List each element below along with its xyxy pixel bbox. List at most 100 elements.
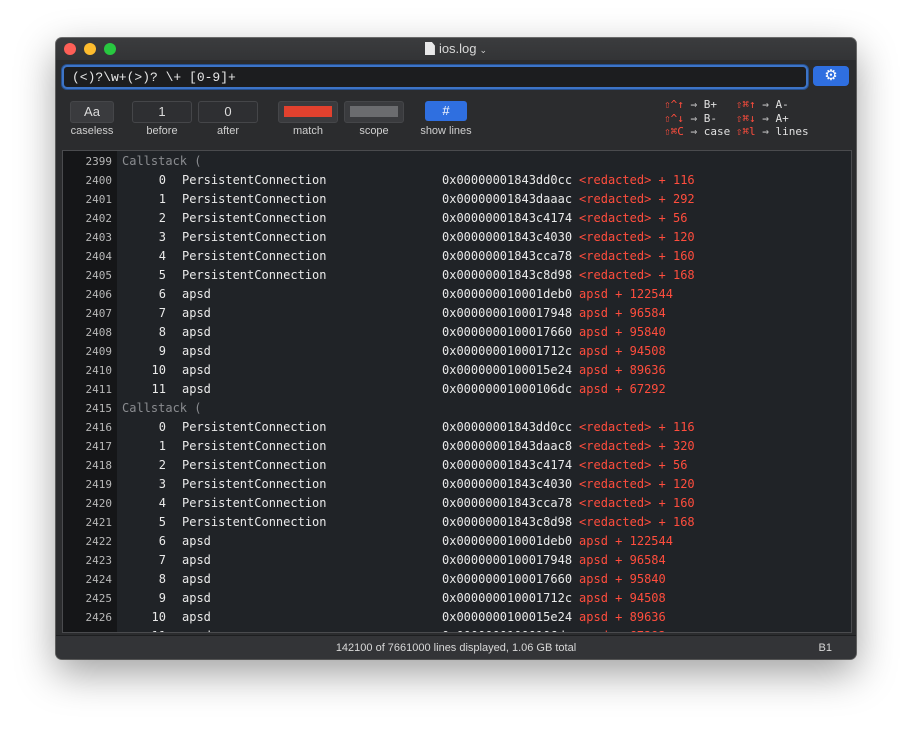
line-number: 2427: [63, 627, 113, 632]
log-text: 8 apsd 0x0000000100017660 apsd + 95840: [122, 323, 666, 342]
frame-address: 0x000000010001deb0: [442, 534, 573, 548]
line-number: 2406: [85, 288, 113, 301]
log-line[interactable]: 2403 3 PersistentConnection 0x00000001843c4…: [63, 228, 851, 247]
log-line[interactable]: 2421 5 PersistentConnection 0x00000001843c8…: [63, 513, 851, 532]
log-line[interactable]: 2417 1 PersistentConnection 0x00000001843da…: [63, 437, 851, 456]
show-lines-toggle[interactable]: #: [425, 101, 467, 121]
shortcut-row: ⇧⌘C ⇒ case ⇧⌘l ⇒ lines: [664, 125, 809, 138]
log-text: 5 PersistentConnection 0x00000001843c8d98 <…: [122, 513, 695, 532]
match-highlight: <redacted> + 116: [579, 173, 695, 187]
log-line[interactable]: 2427 11 apsd0x00000001000106dc apsd + 67292: [63, 627, 851, 632]
frame-module: PersistentConnection: [182, 173, 327, 187]
before-context-field[interactable]: 1: [132, 101, 192, 123]
frame-module: PersistentConnection: [182, 268, 327, 282]
log-line[interactable]: 2418 2 PersistentConnection 0x00000001843c4…: [63, 456, 851, 475]
frame-address: 0x00000001843dd0cc: [442, 420, 573, 434]
match-highlight: <redacted> + 160: [579, 249, 695, 263]
frame-index: 4: [158, 496, 166, 510]
log-text: 1 PersistentConnection 0x00000001843daac8 <…: [122, 437, 695, 456]
frame-index: 3: [158, 230, 166, 244]
log-text: 1 PersistentConnection 0x00000001843daaac <…: [122, 190, 695, 209]
line-number: 2416: [85, 421, 113, 434]
title-bar[interactable]: ios.log ⌄: [56, 38, 856, 60]
frame-index: 6: [158, 534, 166, 548]
log-line[interactable]: 2407 7 apsd 0x0000000100017948 apsd + 96584: [63, 304, 851, 323]
line-number: 2411: [85, 383, 113, 396]
frame-address: 0x00000001843dd0cc: [442, 173, 573, 187]
log-line[interactable]: 2406 6 apsd 0x000000010001deb0 apsd + 122544: [63, 285, 851, 304]
regex-search-input[interactable]: [72, 68, 797, 86]
log-text: 8 apsd 0x0000000100017660 apsd + 95840: [122, 570, 666, 589]
frame-address: 0x00000001843c8d98: [442, 268, 573, 282]
shortcut-row: ⇧^↑ ⇒ B+ ⇧⌘↑ ⇒ A-: [664, 98, 789, 111]
log-line[interactable]: 2402 2 PersistentConnection 0x00000001843c4…: [63, 209, 851, 228]
log-line[interactable]: 2401 1 PersistentConnection 0x00000001843da…: [63, 190, 851, 209]
line-number: 2424: [85, 573, 113, 586]
log-header-line[interactable]: 2399 Callstack (: [63, 152, 851, 171]
frame-address: 0x0000000100017948: [442, 306, 573, 320]
line-number: 2419: [85, 478, 113, 491]
log-line[interactable]: 2416 0 PersistentConnection 0x00000001843dd…: [63, 418, 851, 437]
log-view[interactable]: 2399 Callstack (2400 0 PersistentConnection…: [62, 150, 852, 633]
frame-module: PersistentConnection: [182, 192, 327, 206]
frame-address: 0x000000010001deb0: [442, 287, 573, 301]
frame-address: 0x00000001843c4030: [442, 230, 573, 244]
frame-module: apsd: [182, 610, 211, 624]
line-number: 2421: [85, 516, 113, 529]
line-number: 2405: [85, 269, 113, 282]
line-number: 2401: [85, 193, 113, 206]
match-color-swatch: [284, 106, 332, 117]
log-text: 7 apsd 0x0000000100017948 apsd + 96584: [122, 551, 666, 570]
log-line[interactable]: 2423 7 apsd 0x0000000100017948 apsd + 96584: [63, 551, 851, 570]
frame-address: 0x00000001843c4174: [442, 458, 573, 472]
frame-address: 0x00000001843daac8: [442, 439, 573, 453]
match-highlight: apsd + 95840: [579, 325, 666, 339]
log-line[interactable]: 2410 10 apsd 0x0000000100015e24 apsd + 89636: [63, 361, 851, 380]
window-title[interactable]: ios.log ⌄: [56, 41, 856, 56]
log-line[interactable]: 2409 9 apsd 0x000000010001712c apsd + 94508: [63, 342, 851, 361]
log-text: 11 apsd0x00000001000106dc apsd + 67292: [122, 627, 666, 632]
match-color-well[interactable]: [278, 101, 338, 123]
log-line[interactable]: 2420 4 PersistentConnection 0x00000001843cc…: [63, 494, 851, 513]
log-line[interactable]: 2426 10 apsd 0x0000000100015e24 apsd + 89636: [63, 608, 851, 627]
log-line[interactable]: 2400 0 PersistentConnection 0x00000001843dd…: [63, 171, 851, 190]
log-line[interactable]: 2408 8 apsd 0x0000000100017660 apsd + 95840: [63, 323, 851, 342]
log-text: 2 PersistentConnection 0x00000001843c4174 <…: [122, 209, 688, 228]
frame-index: 9: [158, 591, 166, 605]
log-viewer-window: ios.log⌄ ⚙ Aa caseless 1 before 0 after …: [56, 38, 856, 659]
line-number: 2423: [85, 554, 113, 567]
log-line[interactable]: 2404 4 PersistentConnection 0x00000001843cc…: [63, 247, 851, 266]
frame-module: PersistentConnection: [182, 439, 327, 453]
settings-button[interactable]: ⚙: [813, 66, 849, 86]
line-number: 2418: [85, 459, 113, 472]
log-line[interactable]: 2419 3 PersistentConnection 0x00000001843c4…: [63, 475, 851, 494]
scope-label: scope: [359, 125, 389, 137]
log-line[interactable]: 2422 6 apsd 0x000000010001deb0 apsd + 122544: [63, 532, 851, 551]
after-context-field[interactable]: 0: [198, 101, 258, 123]
log-text: 9 apsd 0x000000010001712c apsd + 94508: [122, 342, 666, 361]
log-header-line[interactable]: 2415 Callstack (: [63, 399, 851, 418]
frame-address: 0x00000001843c4030: [442, 477, 573, 491]
caseless-toggle[interactable]: Aa: [70, 101, 114, 123]
match-highlight: apsd + 67292: [579, 382, 666, 396]
match-highlight: apsd + 96584: [579, 306, 666, 320]
match-highlight: <redacted> + 320: [579, 439, 695, 453]
frame-address: 0x0000000100015e24: [442, 363, 573, 377]
log-line[interactable]: 2405 5 PersistentConnection 0x00000001843c8…: [63, 266, 851, 285]
match-highlight: <redacted> + 120: [579, 230, 695, 244]
match-highlight: apsd + 95840: [579, 572, 666, 586]
frame-address: 0x00000001843cca78: [442, 249, 573, 263]
match-highlight: apsd + 89636: [579, 363, 666, 377]
line-number: 2407: [85, 307, 113, 320]
frame-index: 5: [158, 515, 166, 529]
frame-index: 11: [151, 382, 166, 396]
log-line[interactable]: 2424 8 apsd 0x0000000100017660 apsd + 95840: [63, 570, 851, 589]
scope-color-well[interactable]: [344, 101, 404, 123]
line-number: 2410: [85, 364, 113, 377]
after-label: after: [216, 125, 239, 137]
frame-index: 9: [158, 344, 166, 358]
frame-address: 0x00000001843c4174: [442, 211, 573, 225]
log-line[interactable]: 2425 9 apsd 0x000000010001712c apsd + 94508: [63, 589, 851, 608]
log-line[interactable]: 2411 11 apsd 0x00000001000106dc apsd + 67292: [63, 380, 851, 399]
log-text: 0 PersistentConnection 0x00000001843dd0cc <…: [122, 418, 695, 437]
